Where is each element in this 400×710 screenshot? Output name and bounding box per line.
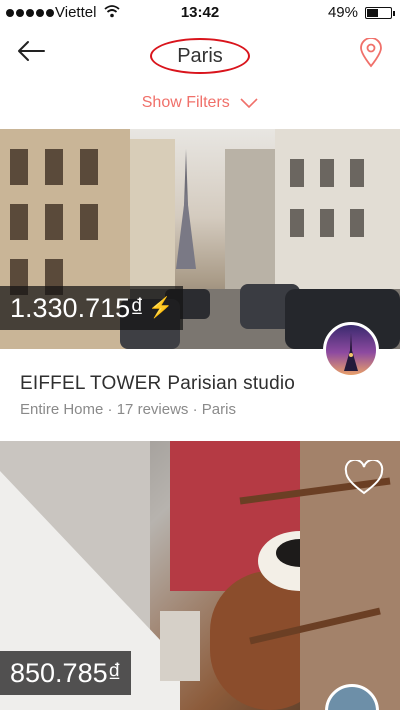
- show-filters-button[interactable]: Show Filters: [0, 94, 400, 112]
- carrier-name: Viettel: [55, 4, 97, 21]
- meta-separator: ·: [192, 401, 202, 418]
- favorite-button[interactable]: [344, 458, 384, 496]
- host-avatar-1[interactable]: [323, 322, 379, 378]
- listing-location: Paris: [201, 401, 236, 418]
- listing-name-suffix: Parisian studio: [167, 373, 296, 394]
- listing-meta-1: Entire Home · 17 reviews · Paris: [20, 401, 236, 418]
- price-value: 1.330.715₫: [10, 293, 144, 323]
- lightning-icon: ⚡: [147, 297, 173, 319]
- heart-icon: [344, 458, 384, 495]
- status-bar: Viettel 13:42 49%: [0, 0, 400, 26]
- chevron-down-icon: [240, 98, 258, 108]
- listing-name-prefix: EIFFEL TOWER: [20, 373, 162, 394]
- listing-type: Entire Home: [20, 401, 104, 418]
- listing-title-1[interactable]: EIFFEL TOWER Parisian studio: [20, 373, 295, 395]
- map-pin-icon: [360, 37, 382, 68]
- listing-price-2: 850.785₫: [0, 651, 132, 695]
- meta-separator: ·: [107, 401, 117, 418]
- map-button[interactable]: [359, 37, 383, 68]
- signal-icon: [6, 9, 54, 17]
- page-title: Paris: [177, 44, 223, 67]
- avatar-image: [344, 333, 358, 371]
- price-value: 850.785₫: [10, 658, 122, 688]
- wifi-icon: [104, 4, 120, 22]
- arrow-left-icon: [18, 41, 45, 61]
- location-title[interactable]: Paris: [150, 38, 250, 74]
- listing-reviews: 17 reviews: [116, 401, 189, 418]
- listing-price-1: 1.330.715₫ ⚡: [0, 286, 183, 330]
- battery-percent: 49%: [327, 4, 358, 21]
- back-button[interactable]: [14, 37, 48, 65]
- battery-fill: [367, 9, 379, 17]
- show-filters-label: Show Filters: [141, 94, 230, 111]
- battery-icon: [365, 7, 395, 19]
